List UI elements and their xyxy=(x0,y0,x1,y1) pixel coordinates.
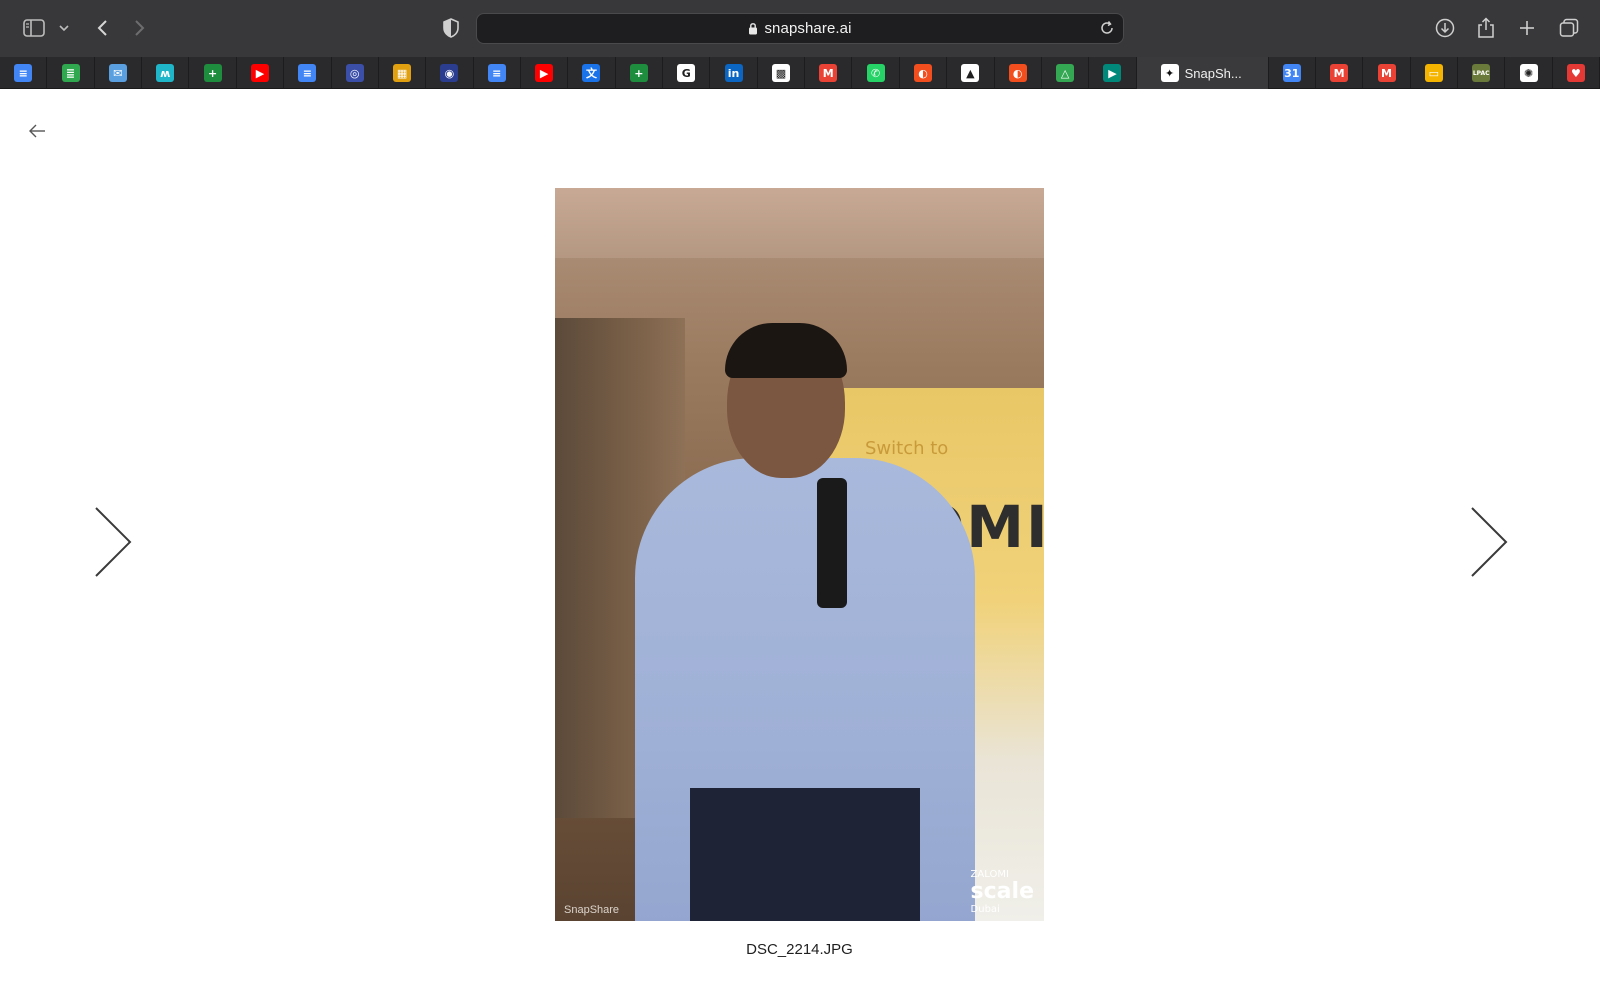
pinned-tab[interactable]: ◎ xyxy=(332,57,379,89)
pinned-tab[interactable]: ≡ xyxy=(284,57,332,89)
address-bar[interactable]: snapshare.ai xyxy=(476,13,1124,44)
triangle-app-icon: ▲ xyxy=(961,64,980,82)
back-icon[interactable] xyxy=(92,14,112,42)
figma-icon: ◐ xyxy=(1008,64,1027,82)
google-slides-icon: ▭ xyxy=(1424,64,1443,82)
linkedin-icon: in xyxy=(724,64,743,82)
google-icon: G xyxy=(677,64,696,82)
stack-icon: ≣ xyxy=(61,64,80,82)
emblem-icon: ◎ xyxy=(345,64,364,82)
chevron-right-icon xyxy=(1471,507,1508,577)
pinned-tab[interactable]: + xyxy=(616,57,664,89)
heart-icon: ♥ xyxy=(1566,64,1585,82)
globe-badge-icon: ◉ xyxy=(440,64,459,82)
pinned-tab[interactable]: ≣ xyxy=(47,57,95,89)
event-logo-main: scale xyxy=(970,878,1034,904)
pinned-tab[interactable]: ✆ xyxy=(852,57,900,89)
pinned-tab[interactable]: ▶ xyxy=(237,57,285,89)
google-drive-icon: △ xyxy=(1056,64,1075,82)
pinned-tab[interactable]: ✺ xyxy=(1505,57,1553,89)
photo-filename: DSC_2214.JPG xyxy=(746,941,853,958)
mail-app-icon: ✉ xyxy=(108,64,127,82)
gmail-icon: M xyxy=(1330,64,1349,82)
photo-watermark: SnapShare xyxy=(564,904,620,916)
photo-person-legs xyxy=(690,788,920,921)
pinned-tab[interactable]: ≡ xyxy=(474,57,521,89)
lock-icon xyxy=(748,22,758,35)
pinned-tab[interactable]: M xyxy=(805,57,853,89)
google-docs-icon: ≡ xyxy=(14,64,33,82)
pinned-tab[interactable]: ◐ xyxy=(900,57,948,89)
pinned-tab[interactable]: G xyxy=(663,57,711,89)
pinned-tab[interactable]: M xyxy=(1316,57,1364,89)
previous-photo-button[interactable] xyxy=(92,505,134,579)
google-sheets-icon: + xyxy=(203,64,222,82)
pinned-tab[interactable]: ≡ xyxy=(0,57,48,89)
pinned-tab[interactable]: △ xyxy=(1042,57,1090,89)
reload-icon[interactable] xyxy=(1099,20,1115,41)
calendar-grid-icon: ▦ xyxy=(393,64,412,82)
active-tab[interactable]: ✦ SnapSh... xyxy=(1136,57,1269,89)
tab-overview-icon[interactable] xyxy=(1557,14,1581,42)
active-tab-label: SnapSh... xyxy=(1184,65,1242,81)
photo-ceiling xyxy=(555,188,1044,258)
gmail-icon: M xyxy=(819,64,838,82)
google-docs-icon: ≡ xyxy=(487,64,506,82)
pinned-tab[interactable]: ◉ xyxy=(426,57,474,89)
event-photo: Switch to OMI SnapShare ZALOMI scale Dub… xyxy=(555,188,1044,921)
pinned-tab[interactable]: ʍ xyxy=(142,57,190,89)
translate-icon: 文 xyxy=(582,64,601,82)
pinned-tab[interactable]: LPAC xyxy=(1458,57,1506,89)
youtube-icon: ▶ xyxy=(535,64,554,82)
chevron-right-icon xyxy=(95,507,132,577)
microphone xyxy=(817,478,847,608)
pinned-tab[interactable]: + xyxy=(189,57,237,89)
back-arrow-icon[interactable] xyxy=(26,120,48,142)
whatsapp-icon: ✆ xyxy=(866,64,885,82)
photo-person-hair xyxy=(725,323,847,378)
pinned-tab[interactable]: M xyxy=(1363,57,1411,89)
pinned-tab[interactable]: ▶ xyxy=(1089,57,1137,89)
figma-icon: ◐ xyxy=(914,64,932,82)
pinned-tab[interactable]: ▶ xyxy=(521,57,569,89)
next-photo-button[interactable] xyxy=(1468,505,1510,579)
google-docs-icon: ≡ xyxy=(298,64,317,82)
snapshare-icon: ✦ xyxy=(1160,64,1179,82)
privacy-shield-icon[interactable] xyxy=(440,14,462,42)
new-tab-icon[interactable] xyxy=(1516,14,1538,42)
pinned-tab[interactable]: ▭ xyxy=(1411,57,1459,89)
url-text: snapshare.ai xyxy=(764,20,852,37)
pinned-tab[interactable]: ▩ xyxy=(758,57,806,89)
forward-icon[interactable] xyxy=(130,14,150,42)
lpac-icon: LPAC xyxy=(1472,64,1491,82)
pinned-tab[interactable]: ◐ xyxy=(995,57,1042,89)
pinned-tab[interactable]: ♥ xyxy=(1553,57,1600,89)
share-icon[interactable] xyxy=(1474,14,1498,42)
pinned-tab[interactable]: ▲ xyxy=(947,57,995,89)
photo-banner-subtext: Switch to xyxy=(865,438,949,459)
pinned-tabs-bar: ≡ ≣ ✉ ʍ + ▶ ≡ ◎ ▦ ◉ ≡ ▶ 文 + Gin ▩ M ✆ ◐ ▲ ◐ △ ▶ ✦ SnapSh... 31 M M ▭… xyxy=(0,57,1600,89)
youtube-icon: ▶ xyxy=(250,64,269,82)
google-sheets-icon: + xyxy=(629,64,648,82)
google-meet-icon: ▶ xyxy=(1103,64,1122,82)
chevron-down-icon[interactable] xyxy=(57,14,71,42)
browser-toolbar: snapshare.ai xyxy=(0,0,1600,57)
gmail-icon: M xyxy=(1377,64,1396,82)
event-logo: ZALOMI scale Dubai xyxy=(971,869,1034,915)
openai-icon: ✺ xyxy=(1519,64,1538,82)
wave-icon: ʍ xyxy=(156,64,175,82)
pinned-tab[interactable]: 31 xyxy=(1269,57,1316,89)
download-icon[interactable] xyxy=(1433,14,1457,42)
google-calendar-icon: 31 xyxy=(1282,64,1301,82)
qr-icon: ▩ xyxy=(771,64,790,82)
pinned-tab[interactable]: ▦ xyxy=(379,57,427,89)
sidebar-toggle-icon[interactable] xyxy=(22,14,46,42)
pinned-tab[interactable]: in xyxy=(710,57,758,89)
pinned-tab[interactable]: ✉ xyxy=(95,57,143,89)
event-logo-city: Dubai xyxy=(970,904,1000,915)
pinned-tab[interactable]: 文 xyxy=(568,57,616,89)
